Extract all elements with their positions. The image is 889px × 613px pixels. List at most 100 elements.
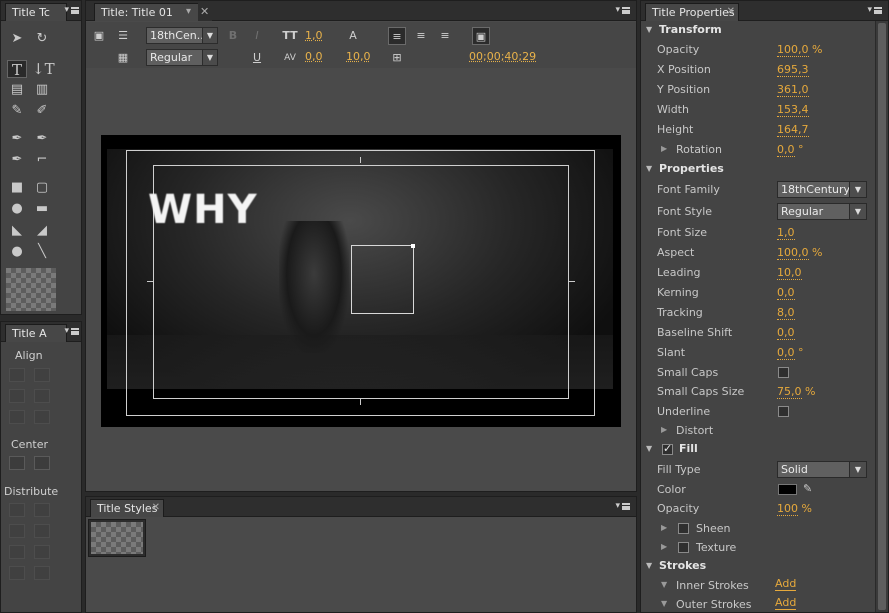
align-center-text-icon[interactable]: ≡ [412, 27, 430, 45]
wedge-tool-icon[interactable]: ◣ [7, 222, 27, 240]
type-tool-icon[interactable]: T [7, 60, 27, 79]
fill-color-swatch[interactable] [778, 484, 797, 495]
style-thumbnail-frame[interactable] [88, 519, 146, 557]
align-left-icon[interactable] [9, 368, 25, 382]
section-transform[interactable]: ▼ Transform [641, 21, 874, 41]
selected-rectangle-object[interactable] [351, 245, 414, 314]
align-right-icon[interactable] [9, 410, 25, 424]
ellipse-tool-icon[interactable]: ● [7, 243, 27, 261]
prop-value[interactable]: 361,0 [777, 83, 809, 97]
distribute-icon-6[interactable] [34, 545, 50, 559]
prop-value[interactable]: 0,0 ° [777, 346, 804, 360]
collapsed-triangle-icon[interactable]: ▶ [661, 144, 667, 153]
texture-checkbox[interactable] [678, 542, 689, 553]
prop-value[interactable]: 164,7 [777, 123, 809, 137]
prop-value[interactable]: 1,0 [777, 226, 795, 240]
prop-value[interactable]: 100,0 % [777, 246, 822, 260]
font-family-dropdown[interactable]: 18thCentury ▼ [777, 181, 867, 198]
tab-title-styles[interactable]: Title Styles ✕ [90, 499, 164, 517]
line-tool-icon[interactable]: ╲ [32, 243, 52, 261]
vertical-area-type-tool-icon[interactable]: ▥ [32, 81, 52, 99]
prop-value[interactable]: 0,0 [777, 286, 795, 300]
path-type-tool-icon[interactable]: ✎ [7, 102, 27, 120]
add-inner-stroke-link[interactable]: Add [775, 578, 797, 591]
sheen-checkbox[interactable] [678, 523, 689, 534]
tab-title-tools[interactable]: Title Tc [5, 3, 67, 21]
align-right-text-icon[interactable]: ≡ [436, 27, 454, 45]
italic-icon[interactable]: I [248, 27, 266, 45]
templates-icon[interactable]: ▦ [114, 49, 132, 67]
area-type-tool-icon[interactable]: ▤ [7, 81, 27, 99]
font-style-dropdown[interactable]: Regular ▼ [777, 203, 867, 220]
distribute-icon-2[interactable] [34, 503, 50, 517]
rounded-corner-tool-icon[interactable]: ▬ [32, 200, 52, 218]
distribute-icon-8[interactable] [34, 566, 50, 580]
align-center-h-icon[interactable] [9, 389, 25, 403]
add-outer-stroke-link[interactable]: Add [775, 597, 797, 610]
collapsed-triangle-icon[interactable]: ▶ [661, 523, 667, 532]
kerning-value[interactable]: 0,0 [305, 50, 323, 63]
close-icon[interactable]: ▾ [186, 6, 191, 17]
vertical-path-type-tool-icon[interactable]: ✐ [32, 102, 52, 120]
tab-title-properties[interactable]: Title Properties ✕ [645, 3, 739, 21]
panel-menu-icon[interactable] [61, 326, 79, 338]
prop-value[interactable]: 695,3 [777, 63, 809, 77]
underline-icon[interactable]: U [248, 49, 266, 67]
panel-menu-icon[interactable] [61, 5, 79, 17]
distribute-icon-7[interactable] [9, 566, 25, 580]
prop-value[interactable]: 100,0 % [777, 43, 822, 57]
distribute-icon-1[interactable] [9, 503, 25, 517]
section-properties[interactable]: ▼ Properties [641, 160, 874, 180]
new-title-icon[interactable]: ▣ [90, 27, 108, 45]
title-text-why[interactable]: WHY [148, 187, 258, 233]
arc-tool-icon[interactable]: ◢ [32, 222, 52, 240]
panel-menu-icon[interactable] [612, 501, 630, 513]
eyedropper-icon[interactable]: ✎ [803, 482, 812, 495]
underline-checkbox[interactable] [778, 406, 789, 417]
properties-scrollbar[interactable] [875, 21, 888, 612]
align-center-v-icon[interactable] [34, 389, 50, 403]
align-top-icon[interactable] [34, 368, 50, 382]
rotation-tool-icon[interactable]: ↻ [32, 30, 52, 48]
selection-handle[interactable] [411, 244, 415, 248]
add-anchor-tool-icon[interactable]: ✒ [7, 151, 27, 169]
font-size-value[interactable]: 1,0 [305, 29, 323, 42]
align-bottom-icon[interactable] [34, 410, 50, 424]
expand-triangle-icon[interactable]: ▼ [661, 599, 667, 608]
tab-stops-icon[interactable]: ⊞ [388, 49, 406, 67]
leading-value[interactable]: 10,0 [346, 50, 371, 63]
font-family-dropdown[interactable]: 18thCen... ▼ [146, 27, 218, 44]
center-vertical-icon[interactable] [34, 456, 50, 470]
small-caps-checkbox[interactable] [778, 367, 789, 378]
clipped-corner-tool-icon[interactable]: ● [7, 200, 27, 218]
title-canvas[interactable]: WHY [101, 135, 621, 427]
roll-crawl-icon[interactable]: ☰ [114, 27, 132, 45]
show-background-video-icon[interactable]: ▣ [472, 27, 490, 45]
prop-value[interactable]: 8,0 [777, 306, 795, 320]
distribute-icon-5[interactable] [9, 545, 25, 559]
collapsed-triangle-icon[interactable]: ▶ [661, 425, 667, 434]
collapsed-triangle-icon[interactable]: ▶ [661, 542, 667, 551]
distribute-icon-3[interactable] [9, 524, 25, 538]
delete-anchor-tool-icon[interactable]: ✒ [32, 130, 52, 148]
prop-value[interactable]: 75,0 % [777, 385, 815, 399]
timecode-value[interactable]: 00;00;40;29 [469, 50, 536, 63]
align-left-text-icon[interactable]: ≡ [388, 27, 406, 45]
selection-tool-icon[interactable]: ➤ [7, 30, 27, 48]
close-icon[interactable]: ✕ [727, 6, 735, 17]
section-strokes[interactable]: ▼ Strokes [641, 557, 874, 577]
prop-value[interactable]: 153,4 [777, 103, 809, 117]
section-fill[interactable]: ▼ Fill [641, 440, 874, 460]
prop-value[interactable]: 0,0 [777, 326, 795, 340]
distribute-icon-4[interactable] [34, 524, 50, 538]
fill-type-dropdown[interactable]: Solid ▼ [777, 461, 867, 478]
prop-value[interactable]: 100 % [777, 502, 812, 516]
bold-icon[interactable]: B [224, 27, 242, 45]
vertical-type-tool-icon[interactable]: ↓T [32, 60, 55, 78]
center-horizontal-icon[interactable] [9, 456, 25, 470]
pen-tool-icon[interactable]: ✒ [7, 130, 27, 148]
prop-value[interactable]: 0,0 ° [777, 143, 804, 157]
rounded-rectangle-tool-icon[interactable]: ▢ [32, 179, 52, 197]
prop-value[interactable]: 10,0 [777, 266, 802, 280]
convert-anchor-tool-icon[interactable]: ⌐ [32, 151, 52, 169]
